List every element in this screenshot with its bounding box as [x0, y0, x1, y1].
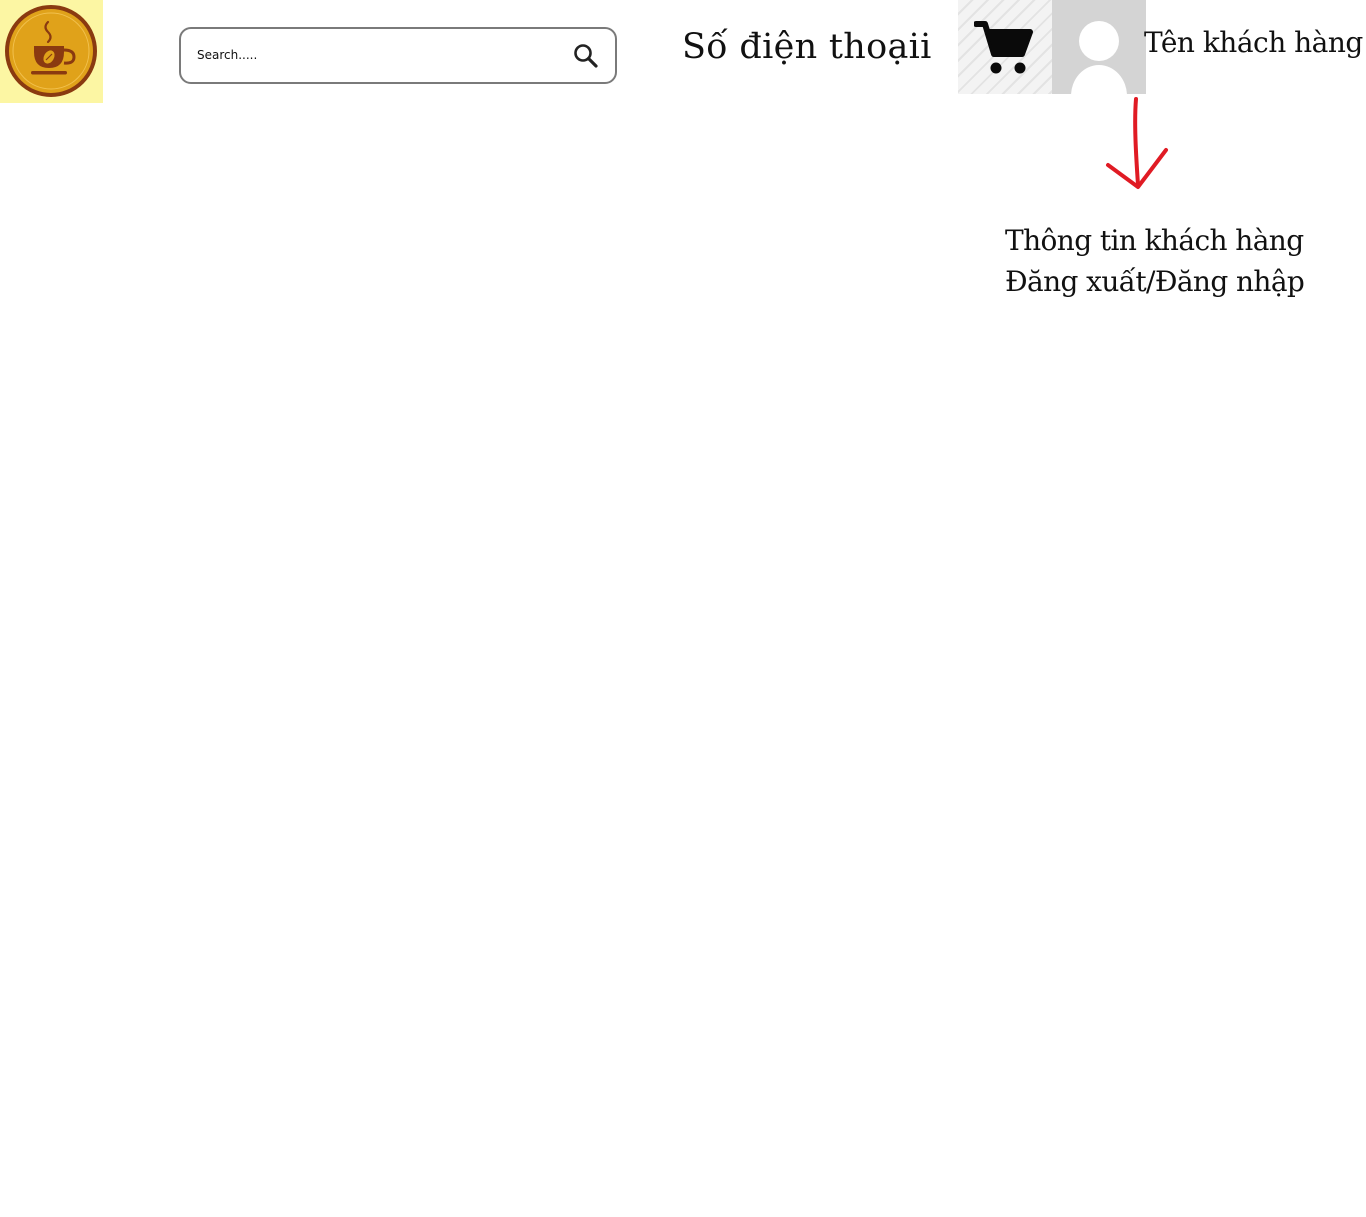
search-button[interactable]: [571, 41, 601, 71]
logo[interactable]: [0, 0, 103, 103]
phone-number-label: Số điện thoạii: [682, 27, 932, 67]
search-input[interactable]: [197, 42, 557, 68]
shopping-cart-icon: [974, 21, 1033, 74]
user-avatar-icon: [1071, 21, 1127, 94]
arrow-down-icon: [1106, 97, 1168, 189]
menu-item-customer-info[interactable]: Thông tin khách hàng: [1005, 220, 1304, 261]
customer-name[interactable]: Tên khách hàng: [1144, 26, 1363, 60]
menu-item-logout-login[interactable]: Đăng xuất/Đăng nhập: [1005, 261, 1305, 302]
coffee-cup-logo-icon: [5, 5, 97, 97]
search-box: [179, 27, 617, 84]
account-menu: Thông tin khách hàng Đăng xuất/Đăng nhập: [1005, 220, 1305, 302]
search-icon: [574, 44, 598, 68]
cart-button[interactable]: [958, 0, 1052, 94]
avatar[interactable]: [1052, 0, 1146, 94]
